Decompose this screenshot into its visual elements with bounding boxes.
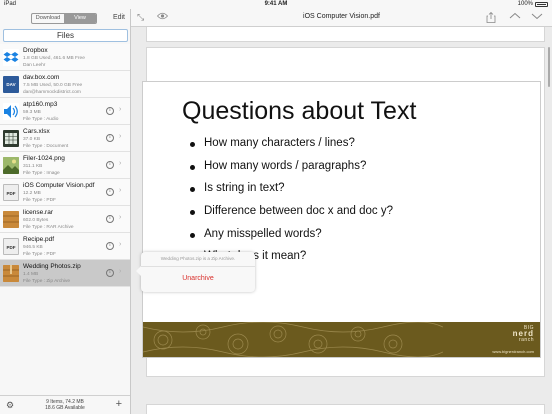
sidebar-footer: ⚙ 9 Items, 74.2 MB 18.6 GB Available + — [0, 395, 130, 414]
available-space: 18.6 GB Available — [45, 405, 85, 411]
file-size: 1.4 MB — [23, 272, 39, 277]
spreadsheet-icon — [3, 130, 19, 147]
file-size: 59.3 MB — [23, 110, 41, 115]
file-row-pdf[interactable]: PDF iOS Computer Vision.pdf 12.2 MB File… — [0, 179, 130, 206]
file-row-zip[interactable]: Wedding Photos.zip 1.4 MB File Type : Zi… — [0, 260, 130, 287]
file-owner: Dan Leehr — [23, 63, 46, 68]
chevron-right-icon: › — [119, 214, 122, 221]
sidebar: Download View Edit Files Dropbox 1.8 GB … — [0, 9, 131, 414]
file-row-recipe-pdf[interactable]: PDF Recipe.pdf 946.5 KB File Type : PDF … — [0, 233, 130, 260]
file-list: Dropbox 1.8 GB Used, 461.6 MB Free Dan L… — [0, 44, 130, 287]
battery-icon — [535, 2, 548, 7]
popover-divider — [141, 266, 255, 267]
file-name: Dropbox — [23, 47, 48, 54]
pdf-icon: PDF — [3, 184, 19, 201]
file-row-audio[interactable]: atp160.mp3 59.3 MB File Type : Audio i › — [0, 98, 130, 125]
slide-footer-banner: BIG nerd ranch www.bignerdranch.com — [143, 322, 540, 357]
document-toolbar: ⤡ iOS Computer Vision.pdf — [131, 9, 552, 27]
battery-percent: 100% — [517, 1, 533, 7]
file-row-rar[interactable]: license.rar 602.0 Bytes File Type : RAR … — [0, 206, 130, 233]
file-type: File Type : Image — [23, 171, 60, 176]
share-icon[interactable] — [486, 11, 496, 25]
file-type: File Type : Document — [23, 144, 69, 149]
file-type: File Type : Audio — [23, 117, 59, 122]
dropbox-icon — [3, 49, 19, 66]
archive-icon — [3, 211, 19, 228]
info-icon[interactable]: i — [106, 215, 114, 223]
chevron-right-icon: › — [119, 160, 122, 167]
file-size: 602.0 Bytes — [23, 218, 49, 223]
info-icon[interactable]: i — [106, 107, 114, 115]
file-name: atp160.mp3 — [23, 101, 58, 108]
file-size: 12.2 MB — [23, 191, 41, 196]
file-detail: 7.5 MB Used, 50.0 GB Free — [23, 83, 83, 88]
chevron-up-icon[interactable] — [509, 12, 521, 22]
slide-title: Questions about Text — [182, 97, 417, 125]
info-icon[interactable]: i — [106, 188, 114, 196]
next-page — [146, 404, 545, 414]
info-icon[interactable]: i — [106, 134, 114, 142]
pdf-icon: PDF — [3, 238, 19, 255]
file-name: license.rar — [23, 209, 53, 216]
unarchive-button[interactable]: Unarchive — [141, 275, 255, 282]
segment-download[interactable]: Download — [32, 14, 64, 23]
chevron-right-icon: › — [119, 268, 122, 275]
file-size: 37.0 KB — [23, 137, 41, 142]
chevron-right-icon: › — [119, 133, 122, 140]
file-type: File Type : Zip Archive — [23, 279, 71, 284]
file-row-dropbox[interactable]: Dropbox 1.8 GB Used, 461.6 MB Free Dan L… — [0, 44, 130, 71]
slide: Questions about Text How many characters… — [142, 81, 541, 358]
previous-page — [146, 27, 545, 42]
audio-icon — [3, 103, 19, 120]
brand-logo: BIG nerd ranch — [512, 325, 534, 343]
file-row-png[interactable]: Filer-1024.png 311.1 KB File Type : Imag… — [0, 152, 130, 179]
unarchive-popover: Wedding Photos.zip is a Zip Archive. Una… — [136, 252, 255, 292]
zip-icon — [3, 265, 19, 282]
popover-message: Wedding Photos.zip is a Zip Archive. — [160, 256, 236, 261]
mode-segmented-control[interactable]: Download View — [31, 13, 97, 24]
file-detail: 1.8 GB Used, 461.6 MB Free — [23, 56, 85, 61]
document-viewer[interactable]: Questions about Text How many characters… — [131, 27, 552, 414]
file-size: 311.1 KB — [23, 164, 43, 169]
file-type: File Type : PDF — [23, 252, 56, 257]
scrollbar[interactable] — [548, 47, 550, 87]
file-type: File Type : RAR Archive — [23, 225, 74, 230]
file-name: Recipe.pdf — [23, 236, 55, 243]
file-owner: dan@hammockdistrict.com — [23, 90, 81, 95]
file-size: 946.5 KB — [23, 245, 43, 250]
brand-url: www.bignerdranch.com — [492, 349, 534, 354]
info-icon[interactable]: i — [106, 161, 114, 169]
chevron-down-icon[interactable] — [531, 12, 543, 22]
status-bar: iPad 9:41 AM 100% — [0, 0, 552, 9]
chevron-right-icon: › — [119, 241, 122, 248]
edit-button[interactable]: Edit — [113, 14, 125, 21]
file-name: Cars.xlsx — [23, 128, 50, 135]
battery-indicator: 100% — [518, 0, 548, 9]
file-row-xlsx[interactable]: Cars.xlsx 37.0 KB File Type : Document i… — [0, 125, 130, 152]
dav-icon: DAV — [3, 76, 19, 93]
storage-summary: 9 Items, 74.2 MB 18.6 GB Available — [0, 399, 130, 411]
battery-fill — [537, 4, 546, 5]
file-name: iOS Computer Vision.pdf — [23, 182, 95, 189]
file-row-dav[interactable]: DAV dav.box.com 7.5 MB Used, 50.0 GB Fre… — [0, 71, 130, 98]
info-icon[interactable]: i — [106, 269, 114, 277]
files-header: Files — [3, 29, 128, 42]
chevron-right-icon: › — [119, 106, 122, 113]
chevron-right-icon: › — [119, 187, 122, 194]
info-icon[interactable]: i — [106, 242, 114, 250]
ornament-pattern — [143, 322, 443, 357]
file-name: Wedding Photos.zip — [23, 263, 81, 270]
file-name: Filer-1024.png — [23, 155, 65, 162]
file-name: dav.box.com — [23, 74, 60, 81]
clock: 9:41 AM — [264, 1, 288, 7]
file-type: File Type : PDF — [23, 198, 56, 203]
segment-view[interactable]: View — [64, 14, 96, 23]
add-icon[interactable]: + — [116, 398, 122, 410]
image-icon — [3, 157, 19, 174]
